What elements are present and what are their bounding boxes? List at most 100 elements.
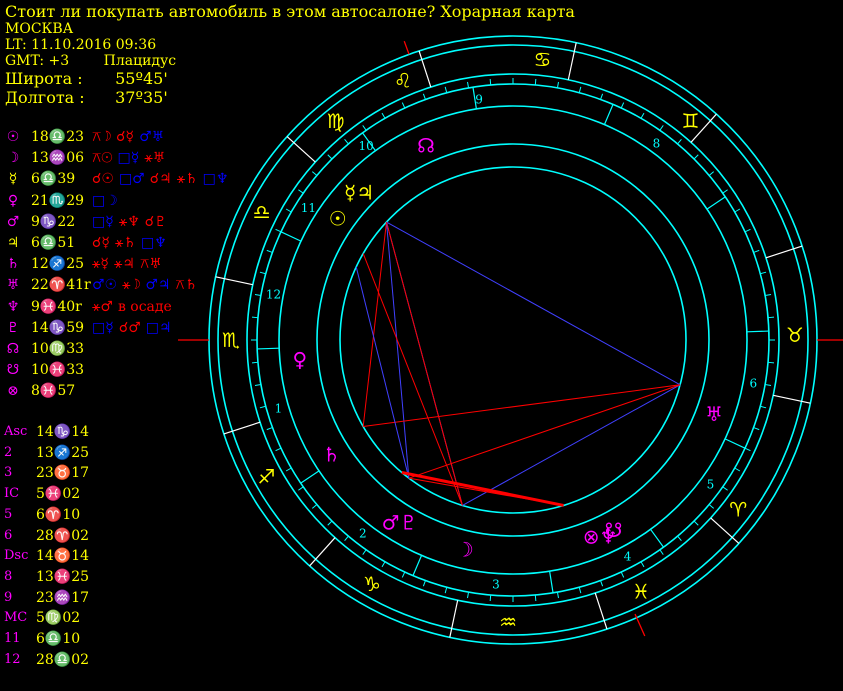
wheel-ring (256, 83, 770, 597)
degree-tick (744, 447, 751, 452)
aspect-line (385, 221, 463, 506)
aspect-line (386, 221, 681, 386)
degree-tick (311, 171, 318, 176)
degree-tick (693, 520, 699, 526)
zodiac-sign-icon: ♈ (729, 498, 747, 522)
aspect-lines-layer (355, 221, 681, 507)
degree-tick (556, 592, 559, 599)
degree-tick (659, 125, 664, 131)
house-number: 2 (359, 526, 367, 540)
degree-tick (556, 81, 559, 88)
degree-tick (275, 228, 282, 233)
degree-tick (767, 316, 775, 319)
planet-moon-icon: ☽ (456, 538, 474, 562)
planet-mercury-jupiter-icon: ☿♃ (344, 180, 374, 204)
sign-divider (773, 394, 811, 404)
planet-sun-icon: ☉ (329, 206, 347, 230)
planet-venus-icon: ♀ (292, 348, 307, 372)
degree-tick (401, 102, 406, 109)
house-number: 1 (275, 401, 283, 415)
planet-saturn-icon: ♄ (323, 442, 341, 466)
degree-tick (285, 208, 292, 213)
degree-tick (422, 580, 426, 587)
sign-divider (309, 537, 336, 567)
degree-tick (722, 486, 728, 491)
aspect-line (362, 221, 387, 427)
house-number: 8 (653, 137, 661, 151)
wheel-labels-layer: ♌♋♊♉♈♓♒♑♐♏♎♍98654321121110 ☊☿♃☉♀♄♂♇☽☋⊗♆♅ (222, 48, 804, 634)
degree-tick (381, 561, 386, 568)
degree-tick (259, 271, 266, 275)
degree-tick (600, 580, 604, 587)
sign-divider (710, 517, 740, 544)
aspect-line (355, 266, 410, 479)
zodiac-sign-icon: ♍ (327, 109, 345, 133)
zodiac-sign-icon: ♌ (394, 68, 412, 92)
degree-tick (693, 154, 699, 160)
degree-tick (327, 520, 333, 526)
degree-tick (344, 535, 349, 542)
aspect-line (385, 221, 410, 479)
degree-tick (708, 171, 715, 176)
degree-tick (677, 535, 682, 542)
degree-tick (620, 571, 625, 578)
degree-tick (744, 228, 751, 233)
sign-divider (765, 245, 803, 259)
degree-tick (767, 361, 775, 364)
horary-chart-wheel: ♌♋♊♉♈♓♒♑♐♏♎♍98654321121110 ☊☿♃☉♀♄♂♇☽☋⊗♆♅ (178, 35, 843, 645)
degree-tick (381, 112, 386, 119)
degree-tick (298, 189, 304, 194)
degree-tick (298, 486, 304, 491)
planet-uranus-icon: ♅ (705, 402, 723, 426)
aspect-line (362, 253, 463, 506)
house-number: 11 (301, 201, 316, 215)
degree-tick (734, 467, 741, 472)
house-number: 3 (492, 577, 500, 591)
sign-divider (215, 276, 253, 286)
degree-tick (444, 86, 448, 93)
zodiac-sign-icon: ♏ (222, 328, 240, 352)
house-cusp (257, 347, 280, 350)
house-number: 10 (359, 139, 374, 153)
degree-tick (489, 594, 492, 602)
sign-divider (449, 600, 459, 638)
degree-tick (401, 571, 406, 578)
sign-divider (418, 50, 432, 88)
degree-tick (760, 405, 767, 409)
degree-tick (422, 93, 426, 100)
house-cusp (650, 528, 664, 548)
sign-divider (567, 42, 577, 80)
zodiac-sign-icon: ♑ (363, 572, 381, 596)
zodiac-sign-icon: ♉ (786, 323, 804, 347)
zodiac-sign-icon: ♎ (253, 200, 271, 224)
house-cusp (549, 571, 554, 593)
degree-tick (344, 138, 349, 145)
degree-tick (578, 86, 582, 93)
degree-tick (444, 587, 448, 594)
mc-axis (403, 40, 410, 55)
degree-tick (620, 102, 625, 109)
wheel-ring (278, 105, 748, 575)
sign-divider (223, 421, 261, 435)
zodiac-sign-icon: ♊ (681, 109, 699, 133)
degree-tick (600, 93, 604, 100)
degree-tick (251, 361, 259, 364)
zodiac-sign-icon: ♋ (534, 48, 552, 72)
house-cusp (603, 104, 614, 125)
wheel-ring (246, 73, 780, 607)
degree-tick (640, 561, 645, 568)
house-number: 5 (707, 477, 715, 491)
wheel-ring (339, 166, 687, 514)
house-number: 6 (749, 376, 757, 390)
degree-tick (311, 504, 318, 509)
degree-tick (285, 467, 292, 472)
degree-tick (275, 447, 282, 452)
degree-tick (266, 427, 273, 431)
planet-fortune-neptune-icon: ⊗♆ (583, 524, 618, 548)
house-cusp (746, 330, 769, 333)
degree-tick (467, 81, 470, 88)
house-cusp (724, 438, 746, 449)
house-cusp (300, 470, 320, 484)
degree-tick (765, 383, 772, 386)
degree-tick (251, 316, 259, 319)
